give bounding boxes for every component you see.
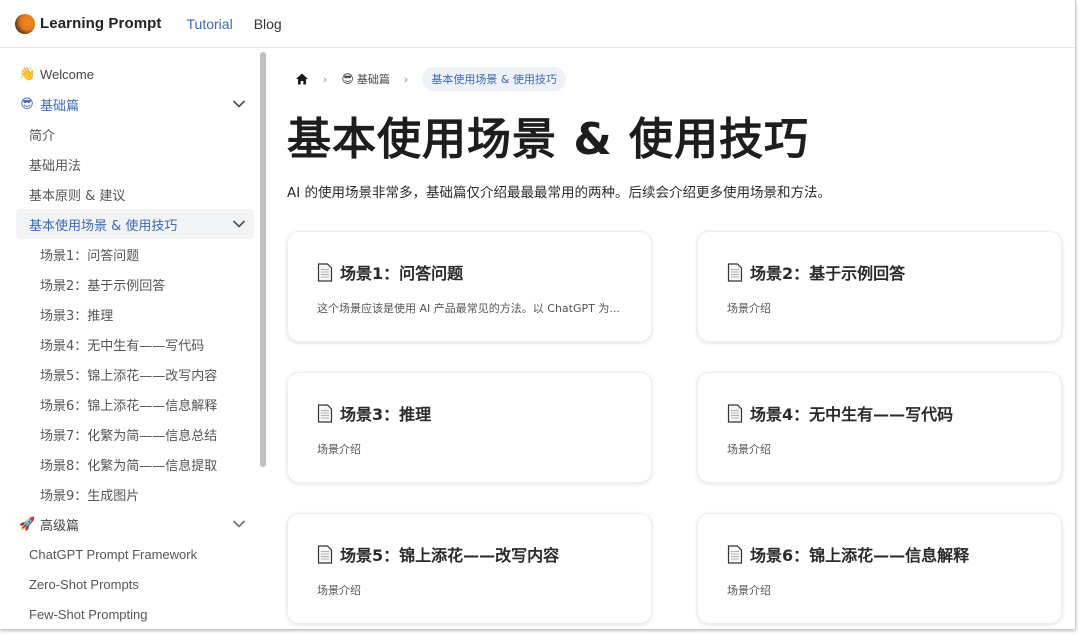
card-title: 场景3：推理 (340, 405, 432, 424)
sidebar-item-intro[interactable]: 简介 (16, 119, 254, 149)
document-icon (317, 262, 333, 282)
chevron-down-icon[interactable] (232, 217, 246, 231)
sidebar-section-basics[interactable]: 😎 基础篇 (16, 89, 254, 119)
sidebar-item-label: 基础用法 (29, 158, 82, 174)
sidebar-item-scenario-2[interactable]: 场景2：基于示例回答 (16, 269, 254, 299)
home-icon[interactable] (295, 72, 309, 86)
sidebar-item-basic-usage[interactable]: 基础用法 (16, 149, 254, 179)
scenario-card[interactable]: 场景3：推理 场景介绍 (287, 372, 652, 483)
sidebar-item-label: 场景1：问答问题 (40, 248, 140, 264)
breadcrumb-separator: › (403, 72, 409, 86)
document-icon (727, 262, 743, 282)
main-content: › 😎 基础篇 › 基本使用场景 & 使用技巧 基本使用场景 & 使用技巧 AI… (287, 49, 1075, 629)
sidebar-item-label: 场景3：推理 (40, 308, 114, 324)
scenario-card[interactable]: 场景6：锦上添花——信息解释 场景介绍 (697, 513, 1062, 624)
sidebar-item-label: Welcome (40, 66, 94, 82)
sunglasses-icon: 😎 (341, 72, 354, 86)
sidebar-item-scenario-1[interactable]: 场景1：问答问题 (16, 239, 254, 269)
sidebar-item-scenario-7[interactable]: 场景7：化繁为简——信息总结 (16, 419, 254, 449)
card-title: 场景6：锦上添花——信息解释 (750, 546, 970, 565)
brand-title[interactable]: Learning Prompt (40, 15, 162, 32)
rocket-icon: 🚀 (19, 516, 36, 532)
sidebar-item-label: 基本使用场景 & 使用技巧 (29, 218, 178, 234)
sidebar-item-label: 高级篇 (40, 518, 80, 534)
sidebar-item-label: 基础篇 (40, 98, 80, 114)
sidebar-item-label: 场景2：基于示例回答 (40, 278, 166, 294)
page-description: AI 的使用场景非常多，基础篇仅介绍最最最常用的两种。后续会介绍更多使用场景和方… (287, 185, 832, 201)
card-title: 场景2：基于示例回答 (750, 264, 906, 283)
sidebar: 👋 Welcome 😎 基础篇 简介 基础用法 基本原则 & 建议 基本使用场景… (0, 49, 268, 629)
chevron-down-icon[interactable] (232, 517, 246, 531)
page-title: 基本使用场景 & 使用技巧 (287, 114, 810, 165)
sidebar-item-label: 基本原则 & 建议 (29, 188, 126, 204)
app-window: Learning Prompt Tutorial Blog 👋 Welcome … (0, 0, 1076, 629)
scenario-card-grid: 场景1：问答问题 这个场景应该是使用 AI 产品最常见的方法。以 ChatGPT… (287, 231, 1062, 624)
scenario-card[interactable]: 场景1：问答问题 这个场景应该是使用 AI 产品最常见的方法。以 ChatGPT… (287, 231, 652, 342)
nav-blog[interactable]: Blog (254, 16, 282, 32)
document-icon (317, 544, 333, 564)
breadcrumb-basics[interactable]: 😎 基础篇 (341, 71, 390, 87)
breadcrumb: › 😎 基础篇 › 基本使用场景 & 使用技巧 (295, 67, 566, 91)
breadcrumb-label: 基础篇 (356, 73, 390, 86)
sidebar-item-scenario-6[interactable]: 场景6：锦上添花——信息解释 (16, 389, 254, 419)
document-icon (727, 544, 743, 564)
sidebar-item-framework[interactable]: ChatGPT Prompt Framework (16, 539, 254, 569)
sidebar-item-principles[interactable]: 基本原则 & 建议 (16, 179, 254, 209)
sidebar-item-welcome[interactable]: 👋 Welcome (16, 59, 254, 89)
waving-hand-icon: 👋 (19, 66, 36, 82)
chevron-down-icon[interactable] (232, 97, 246, 111)
sidebar-item-label: 场景9：生成图片 (40, 488, 140, 504)
sidebar-item-label: 场景5：锦上添花——改写内容 (40, 368, 218, 384)
scenario-card[interactable]: 场景2：基于示例回答 场景介绍 (697, 231, 1062, 342)
card-title: 场景4：无中生有——写代码 (750, 405, 954, 424)
scenario-card[interactable]: 场景4：无中生有——写代码 场景介绍 (697, 372, 1062, 483)
document-icon (317, 403, 333, 423)
nav-tutorial[interactable]: Tutorial (187, 16, 233, 32)
scenario-card[interactable]: 场景5：锦上添花——改写内容 场景介绍 (287, 513, 652, 624)
sidebar-scrollbar[interactable] (260, 52, 266, 467)
sidebar-section-advanced[interactable]: 🚀 高级篇 (16, 509, 254, 539)
top-navbar: Learning Prompt Tutorial Blog (0, 0, 1075, 48)
sidebar-item-label: ChatGPT Prompt Framework (29, 546, 198, 562)
sidebar-item-scenario-5[interactable]: 场景5：锦上添花——改写内容 (16, 359, 254, 389)
card-title: 场景5：锦上添花——改写内容 (340, 546, 560, 565)
card-description: 场景介绍 (727, 584, 771, 597)
sidebar-item-label: 简介 (29, 128, 56, 144)
card-description: 场景介绍 (727, 302, 771, 315)
sidebar-item-scenario-3[interactable]: 场景3：推理 (16, 299, 254, 329)
sidebar-item-label: 场景8：化繁为简——信息提取 (40, 458, 218, 474)
sidebar-item-label: 场景4：无中生有——写代码 (40, 338, 205, 354)
sunglasses-icon: 😎 (20, 96, 34, 112)
sidebar-item-scenarios[interactable]: 基本使用场景 & 使用技巧 (16, 209, 254, 239)
sidebar-item-zero-shot[interactable]: Zero-Shot Prompts (16, 569, 254, 599)
card-description: 场景介绍 (727, 443, 771, 456)
card-description: 场景介绍 (317, 443, 361, 456)
card-description: 场景介绍 (317, 584, 361, 597)
sidebar-item-label: 场景7：化繁为简——信息总结 (40, 428, 218, 444)
breadcrumb-separator: › (323, 72, 328, 86)
document-icon (727, 403, 743, 423)
sidebar-item-label: Few-Shot Prompting (29, 606, 148, 622)
sidebar-item-few-shot[interactable]: Few-Shot Prompting (16, 599, 254, 629)
sidebar-item-scenario-4[interactable]: 场景4：无中生有——写代码 (16, 329, 254, 359)
sidebar-item-scenario-9[interactable]: 场景9：生成图片 (16, 479, 254, 509)
sidebar-item-label: Zero-Shot Prompts (29, 576, 139, 592)
breadcrumb-current: 基本使用场景 & 使用技巧 (422, 67, 566, 91)
card-description: 这个场景应该是使用 AI 产品最常见的方法。以 ChatGPT 为... (317, 302, 620, 315)
sidebar-item-label: 场景6：锦上添花——信息解释 (40, 398, 218, 414)
sidebar-item-scenario-8[interactable]: 场景8：化繁为简——信息提取 (16, 449, 254, 479)
card-title: 场景1：问答问题 (340, 264, 464, 283)
logo-avatar[interactable] (15, 13, 35, 34)
